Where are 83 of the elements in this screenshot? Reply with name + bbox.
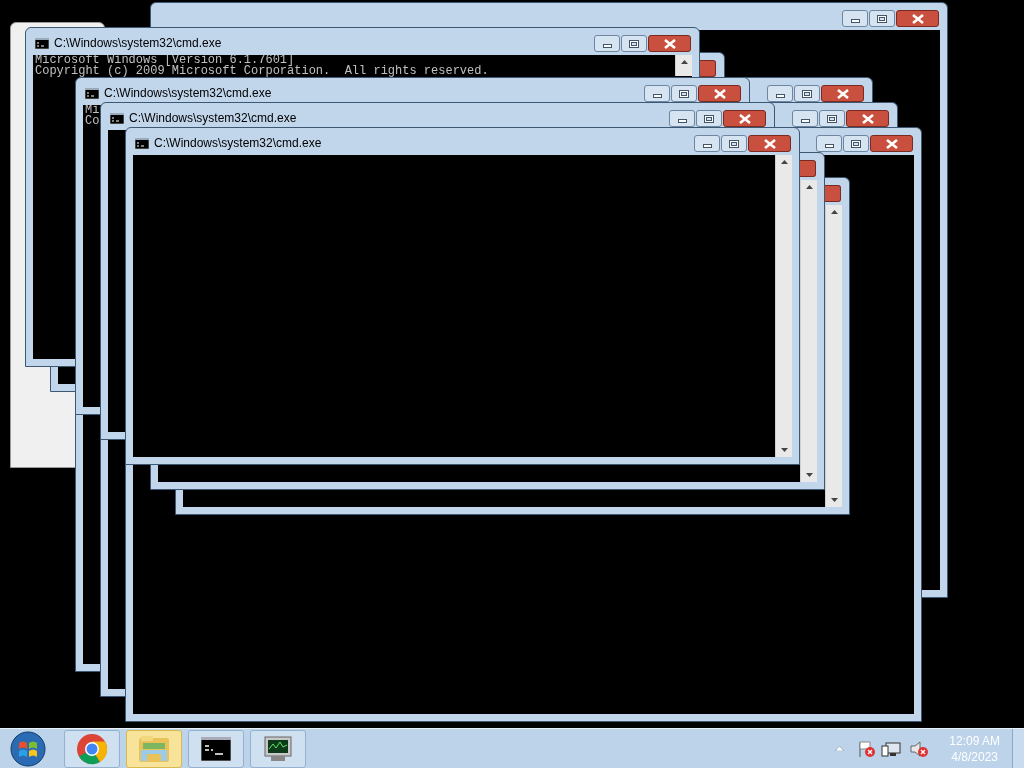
maximize-button[interactable]	[819, 110, 845, 127]
scroll-down-icon	[806, 473, 813, 477]
close-button[interactable]	[698, 85, 741, 102]
minimize-button[interactable]	[594, 35, 620, 52]
minimize-button[interactable]	[792, 110, 818, 127]
maximize-icon	[629, 39, 639, 48]
scroll-down-icon	[781, 448, 788, 452]
maximize-button[interactable]	[621, 35, 647, 52]
maximize-button[interactable]	[843, 135, 869, 152]
console-icon	[85, 87, 99, 99]
maximize-icon	[704, 114, 714, 123]
console-text: Copyright (c) 2009 Microsoft Corporation. All rights reserved.	[35, 66, 489, 77]
minimize-icon	[677, 119, 687, 123]
windows-logo-icon	[8, 729, 48, 768]
window-title: C:\Windows\system32\cmd.exe	[54, 36, 222, 50]
minimize-button[interactable]	[842, 10, 868, 27]
close-icon	[885, 138, 898, 149]
terminal-icon	[201, 736, 231, 761]
maximize-button[interactable]	[869, 10, 895, 27]
close-icon	[911, 13, 924, 24]
minimize-icon	[824, 144, 834, 148]
console-icon	[35, 37, 49, 49]
maximize-icon	[679, 89, 689, 98]
clock[interactable]: 12:09 AM 4/8/2023	[943, 729, 1006, 768]
maximize-button[interactable]	[794, 85, 820, 102]
close-icon	[861, 113, 874, 124]
maximize-button[interactable]	[696, 110, 722, 127]
close-button[interactable]	[846, 110, 889, 127]
scrollbar[interactable]	[800, 180, 817, 482]
scroll-up-icon	[781, 160, 788, 164]
scrollbar[interactable]	[825, 205, 842, 507]
close-button[interactable]	[723, 110, 766, 127]
minimize-icon	[775, 94, 785, 98]
console-text: Co	[85, 116, 100, 127]
window-title: C:\Windows\system32\cmd.exe	[129, 111, 297, 125]
console-icon	[110, 112, 124, 124]
taskbar-button[interactable]	[188, 729, 244, 768]
maximize-icon	[802, 89, 812, 98]
scroll-up-button[interactable]	[675, 55, 692, 76]
close-icon	[836, 88, 849, 99]
console-text: Mi	[85, 105, 100, 116]
console-icon	[135, 137, 149, 149]
scroll-up-icon	[806, 185, 813, 189]
minimize-button[interactable]	[694, 135, 720, 152]
minimize-icon	[652, 94, 662, 98]
scroll-up-icon	[831, 210, 838, 214]
maximize-icon	[827, 114, 837, 123]
minimize-icon	[702, 144, 712, 148]
window-title: C:\Windows\system32\cmd.exe	[154, 136, 322, 150]
monitor-icon	[261, 733, 295, 764]
minimize-button[interactable]	[669, 110, 695, 127]
minimize-icon	[850, 19, 860, 23]
taskbar-button[interactable]	[250, 729, 306, 768]
window-title: C:\Windows\system32\cmd.exe	[104, 86, 272, 100]
maximize-icon	[729, 139, 739, 148]
maximize-button[interactable]	[671, 85, 697, 102]
close-button[interactable]	[896, 10, 939, 27]
minimize-icon	[602, 44, 612, 48]
maximize-button[interactable]	[721, 135, 747, 152]
up-arrow-icon	[834, 746, 844, 751]
maximize-icon	[877, 14, 887, 23]
close-icon	[663, 38, 676, 49]
close-button[interactable]	[870, 135, 913, 152]
minimize-button[interactable]	[816, 135, 842, 152]
maximize-icon	[851, 139, 861, 148]
minimize-button[interactable]	[644, 85, 670, 102]
close-button[interactable]	[648, 35, 691, 52]
minimize-button[interactable]	[767, 85, 793, 102]
close-icon	[738, 113, 751, 124]
close-icon	[763, 138, 776, 149]
circle-logo-icon	[76, 732, 108, 765]
close-icon	[713, 88, 726, 99]
scrollbar[interactable]	[775, 155, 792, 457]
console-text: Microsoft Windows [Version 6.1.7601]	[35, 55, 295, 66]
folder-icon	[137, 733, 171, 764]
network-icon	[879, 739, 902, 758]
close-button[interactable]	[821, 85, 864, 102]
flag-error-icon	[857, 739, 878, 758]
close-button[interactable]	[748, 135, 791, 152]
minimize-icon	[800, 119, 810, 123]
scroll-down-icon	[831, 498, 838, 502]
speaker-muted-icon	[909, 739, 930, 758]
scroll-up-icon	[681, 60, 688, 64]
